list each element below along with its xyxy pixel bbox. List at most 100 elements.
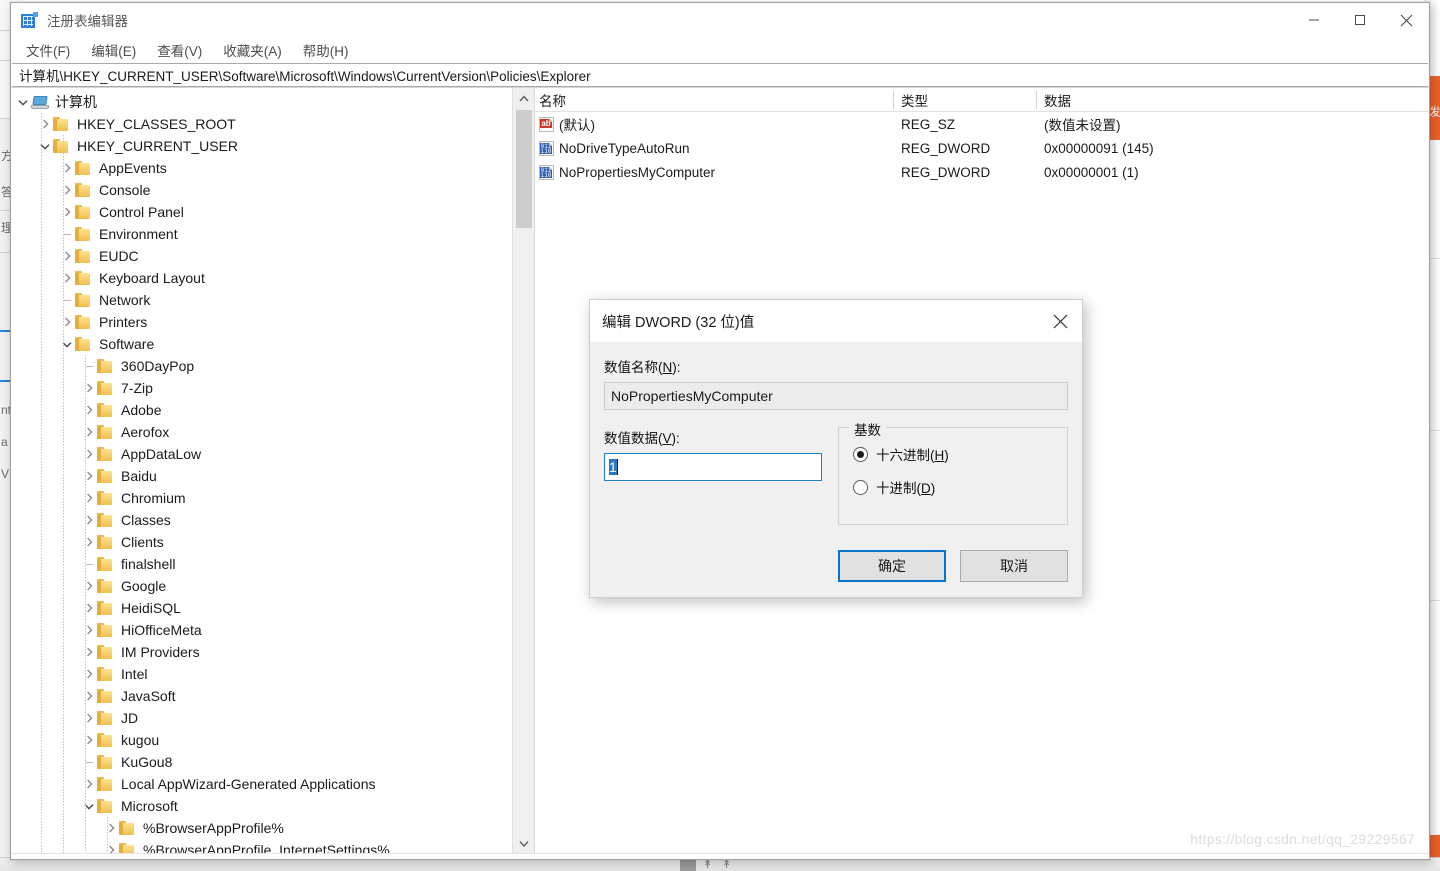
tree-node[interactable]: Microsoft bbox=[11, 795, 512, 817]
menu-view[interactable]: 查看(V) bbox=[152, 38, 211, 63]
chevron-right-icon[interactable] bbox=[81, 707, 97, 729]
tree-node[interactable]: IM Providers bbox=[11, 641, 512, 663]
chevron-right-icon[interactable] bbox=[81, 509, 97, 531]
chevron-right-icon[interactable] bbox=[81, 421, 97, 443]
chevron-right-icon[interactable] bbox=[81, 641, 97, 663]
chevron-right-icon[interactable] bbox=[81, 619, 97, 641]
chevron-right-icon[interactable] bbox=[81, 487, 97, 509]
tree-node[interactable]: Environment bbox=[11, 223, 512, 245]
tree-node[interactable]: Software bbox=[11, 333, 512, 355]
radio-decimal[interactable]: 十进制(D) bbox=[853, 477, 1057, 497]
menu-favorites[interactable]: 收藏夹(A) bbox=[218, 38, 291, 63]
values-list-body: ab (默认) REG_SZ (数值未设置) 011 110 NoDriveTypeAuto… bbox=[535, 112, 1429, 184]
taskbar-pin-icon-1[interactable]: ↟ bbox=[703, 860, 712, 871]
chevron-down-icon[interactable] bbox=[15, 91, 31, 113]
menu-edit[interactable]: 编辑(E) bbox=[86, 38, 145, 63]
chevron-right-icon[interactable] bbox=[59, 267, 75, 289]
scrollbar-thumb[interactable] bbox=[516, 110, 532, 228]
cancel-button[interactable]: 取消 bbox=[960, 550, 1068, 582]
menu-file[interactable]: 文件(F) bbox=[21, 38, 79, 63]
dialog-close-icon[interactable] bbox=[1038, 300, 1082, 342]
tree-vertical-scrollbar[interactable] bbox=[512, 88, 534, 853]
close-button[interactable] bbox=[1383, 3, 1429, 37]
tree-node[interactable]: Intel bbox=[11, 663, 512, 685]
chevron-right-icon[interactable] bbox=[59, 311, 75, 333]
chevron-right-icon[interactable] bbox=[59, 157, 75, 179]
scroll-up-icon[interactable] bbox=[513, 88, 534, 108]
radio-hexadecimal-indicator[interactable] bbox=[853, 446, 868, 462]
chevron-right-icon[interactable] bbox=[81, 597, 97, 619]
taskbar-pin-icon-2[interactable]: ↟ bbox=[722, 860, 731, 871]
chevron-right-icon[interactable] bbox=[81, 575, 97, 597]
values-list-row[interactable]: 011 110 NoPropertiesMyComputer REG_DWORD 0x0… bbox=[535, 160, 1429, 184]
tree-node[interactable]: Google bbox=[11, 575, 512, 597]
tree-node[interactable]: EUDC bbox=[11, 245, 512, 267]
values-list-row[interactable]: 011 110 NoDriveTypeAutoRun REG_DWORD 0x00000… bbox=[535, 136, 1429, 160]
tree-node[interactable]: 360DayPop bbox=[11, 355, 512, 377]
tree-node[interactable]: HKEY_CLASSES_ROOT bbox=[11, 113, 512, 135]
column-header-data[interactable]: 数据 bbox=[1036, 88, 1429, 112]
chevron-down-icon[interactable] bbox=[81, 795, 97, 817]
tree-node[interactable]: Adobe bbox=[11, 399, 512, 421]
tree-node[interactable]: Local AppWizard-Generated Applications bbox=[11, 773, 512, 795]
chevron-right-icon[interactable] bbox=[81, 729, 97, 751]
chevron-right-icon[interactable] bbox=[81, 465, 97, 487]
tree-node[interactable]: Baidu bbox=[11, 465, 512, 487]
tree-node[interactable]: HeidiSQL bbox=[11, 597, 512, 619]
tree-node[interactable]: kugou bbox=[11, 729, 512, 751]
tree-node[interactable]: Classes bbox=[11, 509, 512, 531]
column-header-type[interactable]: 类型 bbox=[893, 88, 1036, 112]
tree-node[interactable]: 计算机 bbox=[11, 91, 512, 113]
tree-node[interactable]: HKEY_CURRENT_USER bbox=[11, 135, 512, 157]
minimize-button[interactable] bbox=[1291, 3, 1337, 37]
tree-node[interactable]: finalshell bbox=[11, 553, 512, 575]
chevron-right-icon[interactable] bbox=[103, 839, 119, 853]
menu-help[interactable]: 帮助(H) bbox=[298, 38, 358, 63]
maximize-button[interactable] bbox=[1337, 3, 1383, 37]
tree-node[interactable]: Chromium bbox=[11, 487, 512, 509]
value-data-input[interactable]: 1 bbox=[604, 453, 822, 481]
tree-node[interactable]: %BrowserAppProfile% bbox=[11, 817, 512, 839]
radio-hexadecimal[interactable]: 十六进制(H) bbox=[853, 444, 1057, 464]
chevron-right-icon[interactable] bbox=[81, 531, 97, 553]
chevron-right-icon[interactable] bbox=[81, 399, 97, 421]
tree-node[interactable]: AppEvents bbox=[11, 157, 512, 179]
value-name-text: NoPropertiesMyComputer bbox=[611, 388, 773, 404]
values-list-row[interactable]: ab (默认) REG_SZ (数值未设置) bbox=[535, 112, 1429, 136]
chevron-right-icon[interactable] bbox=[59, 201, 75, 223]
chevron-right-icon[interactable] bbox=[81, 377, 97, 399]
address-bar[interactable]: 计算机\HKEY_CURRENT_USER\Software\Microsoft… bbox=[12, 63, 1428, 87]
tree-node[interactable]: JavaSoft bbox=[11, 685, 512, 707]
value-name-input[interactable]: NoPropertiesMyComputer bbox=[604, 382, 1068, 410]
column-header-name[interactable]: 名称 bbox=[535, 88, 893, 112]
tree-node[interactable]: Control Panel bbox=[11, 201, 512, 223]
chevron-right-icon[interactable] bbox=[103, 817, 119, 839]
tree-node[interactable]: Console bbox=[11, 179, 512, 201]
taskbar-item[interactable] bbox=[680, 860, 696, 871]
registry-tree[interactable]: 计算机 HKEY_CLASSES_ROOT HKEY_CURRENT_USER App… bbox=[11, 88, 512, 853]
tree-node[interactable]: Printers bbox=[11, 311, 512, 333]
tree-node-label: %BrowserAppProfile_InternetSettings% bbox=[143, 842, 390, 853]
tree-node[interactable]: 7-Zip bbox=[11, 377, 512, 399]
tree-node[interactable]: Network bbox=[11, 289, 512, 311]
tree-node[interactable]: AppDataLow bbox=[11, 443, 512, 465]
tree-node[interactable]: Keyboard Layout bbox=[11, 267, 512, 289]
chevron-right-icon[interactable] bbox=[59, 245, 75, 267]
chevron-right-icon[interactable] bbox=[81, 685, 97, 707]
scroll-down-icon[interactable] bbox=[513, 833, 534, 853]
tree-node[interactable]: JD bbox=[11, 707, 512, 729]
tree-node[interactable]: Aerofox bbox=[11, 421, 512, 443]
chevron-right-icon[interactable] bbox=[81, 443, 97, 465]
ok-button[interactable]: 确定 bbox=[838, 550, 946, 582]
chevron-down-icon[interactable] bbox=[59, 333, 75, 355]
tree-node[interactable]: KuGou8 bbox=[11, 751, 512, 773]
tree-node[interactable]: %BrowserAppProfile_InternetSettings% bbox=[11, 839, 512, 853]
chevron-right-icon[interactable] bbox=[59, 179, 75, 201]
chevron-right-icon[interactable] bbox=[37, 113, 53, 135]
tree-node[interactable]: HiOfficeMeta bbox=[11, 619, 512, 641]
tree-node[interactable]: Clients bbox=[11, 531, 512, 553]
chevron-down-icon[interactable] bbox=[37, 135, 53, 157]
radio-decimal-indicator[interactable] bbox=[853, 479, 868, 495]
chevron-right-icon[interactable] bbox=[81, 663, 97, 685]
chevron-right-icon[interactable] bbox=[81, 773, 97, 795]
